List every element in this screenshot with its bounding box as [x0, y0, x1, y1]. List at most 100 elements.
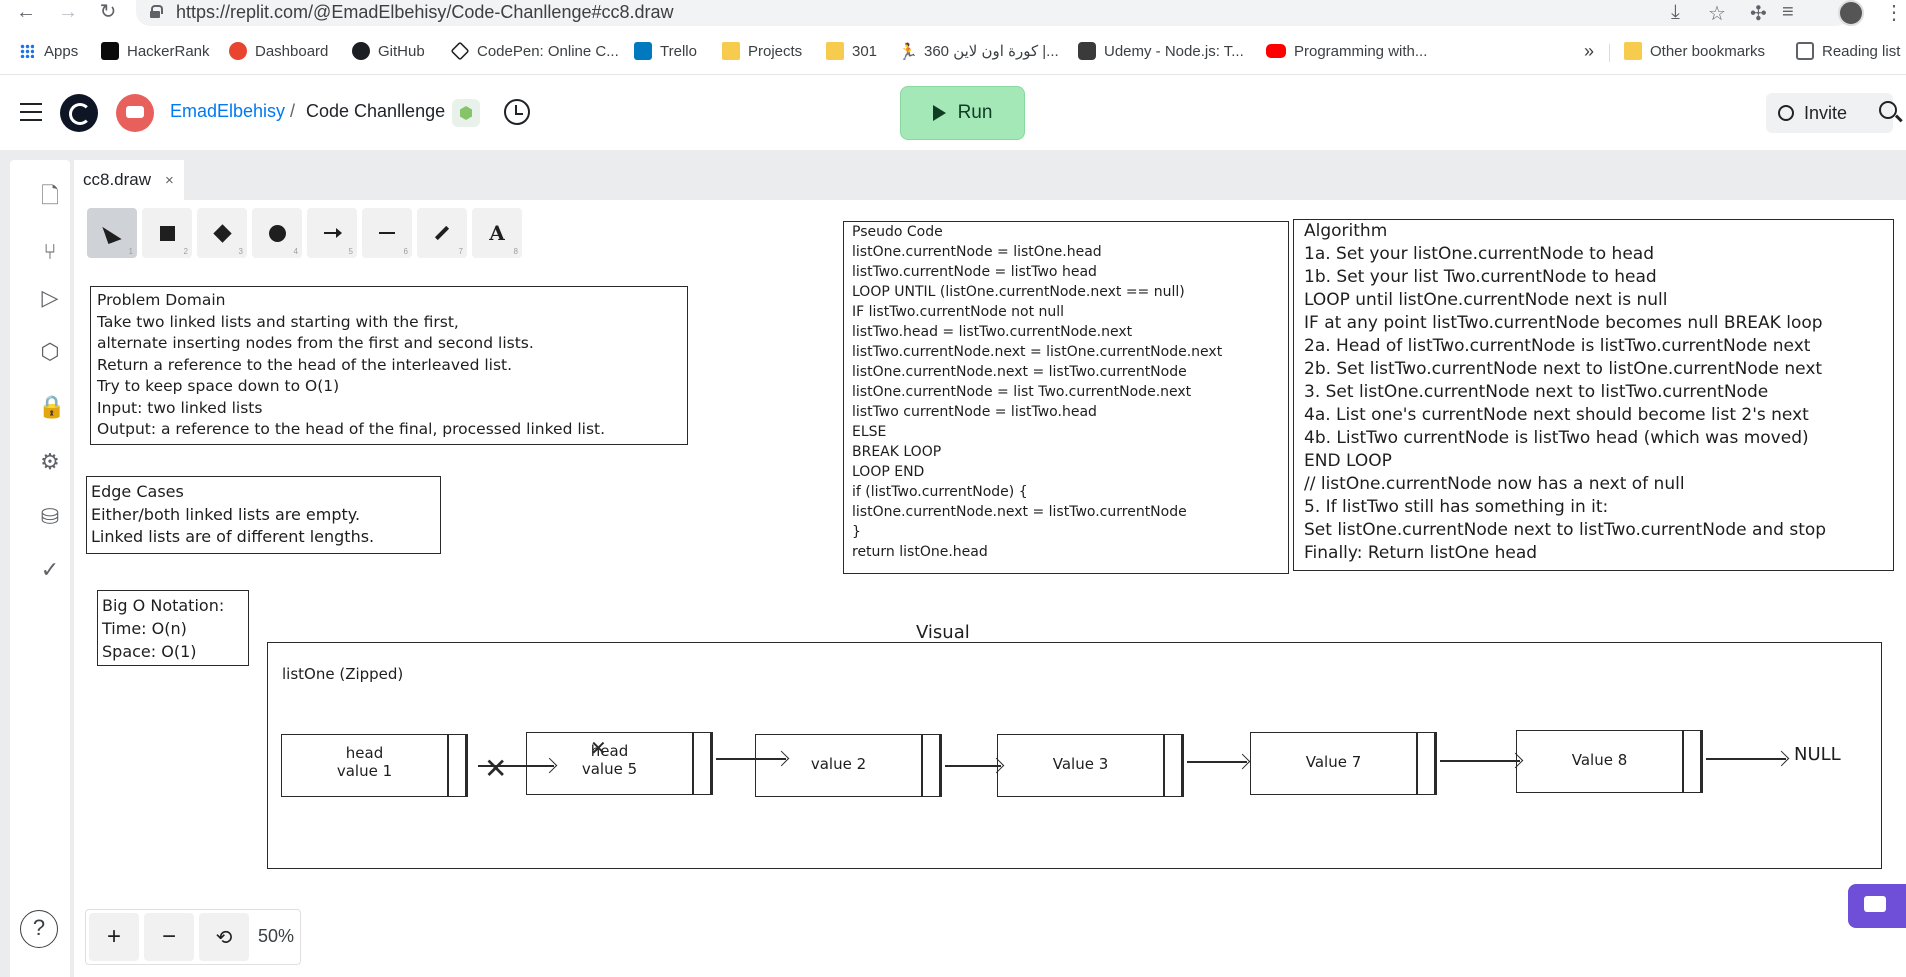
breadcrumb-separator: / [290, 101, 296, 121]
bookmark-kooora[interactable]: 🏃 360 كورة اون لاين |... [898, 40, 1059, 62]
bookmarks-overflow-button[interactable]: » [1584, 40, 1594, 62]
version-control-icon[interactable]: ⑂ [38, 240, 62, 264]
reading-queue-icon[interactable]: ≡ [1782, 1, 1794, 24]
arrow-tool-button[interactable]: 5 [307, 208, 357, 258]
problem-domain-line: Try to keep space down to O(1) [97, 377, 340, 395]
close-tab-icon[interactable]: × [165, 172, 174, 189]
list-node[interactable]: Value 7 [1250, 732, 1437, 795]
run-button[interactable]: Run [900, 86, 1025, 140]
chat-icon[interactable] [1848, 884, 1906, 928]
bookmark-apps[interactable]: Apps [18, 40, 78, 62]
forward-arrow-icon[interactable]: → [54, 0, 82, 24]
packages-icon[interactable]: ⬡ [38, 340, 62, 364]
list-node[interactable]: Value 8 [1516, 730, 1703, 793]
menu-icon[interactable] [20, 103, 42, 121]
tab-cc8-draw[interactable]: cc8.draw × [74, 160, 184, 200]
replit-logo[interactable] [60, 94, 98, 132]
reading-list-button[interactable]: Reading list [1796, 40, 1900, 62]
algorithm-step: 5. If listTwo still has something in it: [1304, 497, 1609, 517]
rectangle-tool-button[interactable]: 2 [142, 208, 192, 258]
pseudo-code-line: listOne.currentNode = listOne.head [852, 244, 1102, 260]
pseudo-code-line: } [852, 524, 861, 540]
nodejs-language-icon[interactable] [452, 99, 480, 127]
algorithm-step: 4a. List one's currentNode next should b… [1304, 405, 1809, 425]
algorithm-step: 1a. Set your listOne.currentNode to head [1304, 244, 1654, 264]
edge-cases-box[interactable]: Edge Cases Either/both linked lists are … [86, 476, 441, 554]
next-arrow [1706, 758, 1786, 760]
bookmark-301[interactable]: 301 [826, 40, 877, 62]
bookmark-github[interactable]: GitHub [352, 40, 425, 62]
pencil-icon [434, 225, 450, 241]
list-node[interactable]: head value 1 [281, 734, 468, 797]
help-button[interactable]: ? [20, 910, 58, 948]
bookmark-youtube[interactable]: Programming with... [1266, 40, 1427, 62]
debugger-icon[interactable]: ▷ [38, 286, 62, 310]
node-next-pointer [692, 733, 712, 794]
big-o-space: Space: O(1) [102, 642, 197, 661]
edge-cases-line: Either/both linked lists are empty. [91, 504, 361, 524]
ellipse-icon [268, 224, 286, 242]
big-o-box[interactable]: Big O Notation: Time: O(n) Space: O(1) [97, 590, 249, 666]
bookmark-other[interactable]: Other bookmarks [1624, 40, 1765, 62]
zoom-reset-button[interactable]: ⟲ [199, 913, 249, 961]
install-app-icon[interactable]: ⤓ [1671, 1, 1680, 24]
pseudo-code-line: LOOP UNTIL (listOne.currentNode.next == … [852, 284, 1185, 300]
bookmark-dashboard[interactable]: Dashboard [229, 40, 328, 62]
select-tool-button[interactable]: 1 [87, 208, 137, 258]
draw-tool-button[interactable]: 7 [417, 208, 467, 258]
line-tool-button[interactable]: 6 [362, 208, 412, 258]
settings-gear-icon[interactable]: ⚙ [38, 450, 62, 474]
bookmark-trello[interactable]: Trello [634, 40, 697, 62]
zoom-controls: + − ⟲ 50% [85, 909, 301, 965]
diamond-icon [212, 223, 232, 243]
files-icon[interactable]: 🗋 [38, 184, 62, 208]
extensions-puzzle-icon[interactable]: ✣ [1750, 1, 1767, 26]
zoom-in-button[interactable]: + [89, 913, 139, 961]
bookmark-codepen[interactable]: CodePen: Online C... [450, 40, 619, 62]
database-icon[interactable]: ⛁ [38, 505, 62, 529]
url-text[interactable]: https://replit.com/@EmadElbehisy/Code-Ch… [176, 2, 674, 23]
folder-icon [1624, 42, 1642, 60]
edge-cases-line: Linked lists are of different lengths. [91, 527, 375, 546]
search-icon[interactable] [1879, 101, 1897, 119]
rectangle-icon [159, 225, 175, 241]
node-value: Value 7 [1305, 753, 1362, 771]
secrets-lock-icon[interactable]: 🔒 [38, 395, 65, 419]
back-arrow-icon[interactable]: ← [12, 0, 40, 24]
unit-tests-check-icon[interactable]: ✓ [38, 558, 62, 582]
breadcrumb-username[interactable]: EmadElbehisy [170, 101, 285, 122]
algorithm-step: 1b. Set your list Two.currentNode to hea… [1304, 267, 1657, 287]
breadcrumb-repl-name[interactable]: Code Chanllenge [306, 101, 445, 122]
diamond-tool-button[interactable]: 3 [197, 208, 247, 258]
algorithm-box[interactable]: Algorithm 1a. Set your listOne.currentNo… [1293, 219, 1894, 571]
node-value: Value 3 [1052, 755, 1109, 773]
pseudo-code-title: Pseudo Code [852, 224, 943, 240]
reload-icon[interactable]: ↻ [94, 0, 122, 24]
list-node[interactable]: Value 3 [997, 734, 1184, 797]
browser-menu-icon[interactable]: ⋮ [1884, 0, 1904, 25]
algorithm-step: // listOne.currentNode now has a next of… [1304, 474, 1685, 494]
problem-domain-line: Output: a reference to the head of the f… [97, 420, 606, 438]
browser-profile-avatar[interactable] [1838, 0, 1864, 26]
bookmark-hackerrank[interactable]: HackerRank [101, 40, 210, 62]
ellipse-tool-button[interactable]: 4 [252, 208, 302, 258]
bookmark-star-icon[interactable]: ☆ [1708, 1, 1726, 26]
user-avatar[interactable] [116, 94, 154, 132]
apps-grid-icon [18, 42, 36, 60]
problem-domain-box[interactable]: Problem Domain Take two linked lists and… [90, 286, 688, 445]
text-tool-button[interactable]: A8 [472, 208, 522, 258]
zoom-level: 50% [258, 926, 295, 946]
problem-domain-title: Problem Domain [97, 291, 226, 309]
pseudo-code-box[interactable]: Pseudo Code listOne.currentNode = listOn… [843, 221, 1289, 574]
address-bar[interactable]: https://replit.com/@EmadElbehisy/Code-Ch… [136, 0, 1850, 26]
text-icon: A [489, 221, 505, 245]
zoom-out-button[interactable]: − [144, 913, 194, 961]
pseudo-code-line: return listOne.head [852, 544, 988, 560]
history-icon[interactable] [504, 99, 530, 125]
drawing-toolbar: 1 2 3 4 5 6 7 A8 [87, 208, 522, 262]
bookmark-projects[interactable]: Projects [722, 40, 802, 62]
list-node[interactable]: value 2 [755, 734, 942, 797]
folder-icon [826, 42, 844, 60]
invite-button[interactable]: Invite [1766, 93, 1893, 133]
bookmark-udemy[interactable]: Udemy - Node.js: T... [1078, 40, 1244, 62]
